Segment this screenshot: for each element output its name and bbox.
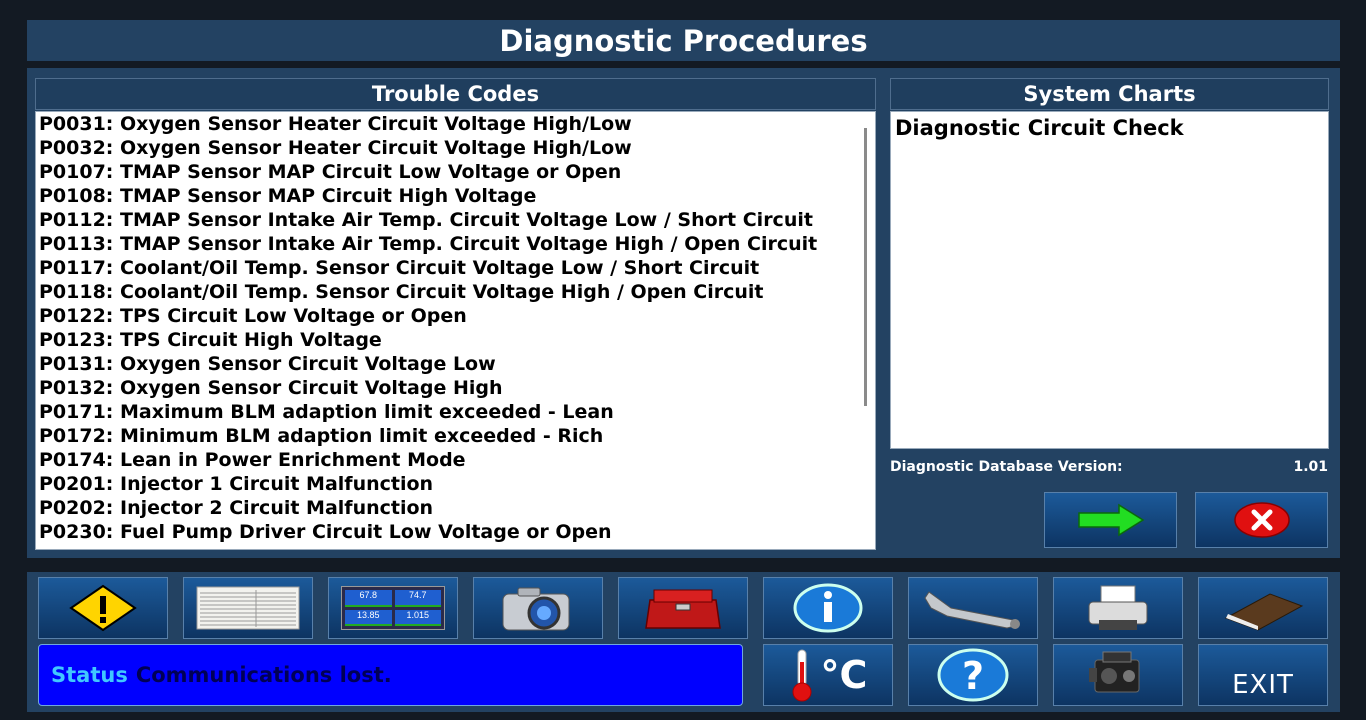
- temp-unit-label: °C: [820, 653, 868, 697]
- red-x-icon: [1233, 502, 1290, 538]
- manual-button[interactable]: [1198, 577, 1328, 639]
- trouble-code-item[interactable]: P0032: Oxygen Sensor Heater Circuit Volt…: [36, 136, 875, 160]
- info-button[interactable]: [763, 577, 893, 639]
- db-version-label: Diagnostic Database Version:: [890, 459, 1123, 475]
- printer-icon: [1088, 585, 1148, 630]
- gauges-button[interactable]: 67.8 74.7 13.85 1.015: [328, 577, 458, 639]
- engine-button[interactable]: [1053, 644, 1183, 706]
- wrench-button[interactable]: [908, 577, 1038, 639]
- mini-gauges-icon: 67.8 74.7 13.85 1.015: [341, 586, 445, 630]
- thermometer-icon: [792, 649, 812, 702]
- next-button[interactable]: [1044, 492, 1177, 548]
- trouble-code-item[interactable]: P0108: TMAP Sensor MAP Circuit High Volt…: [36, 184, 875, 208]
- data-list-icon: [196, 586, 300, 630]
- trouble-code-item[interactable]: P0202: Injector 2 Circuit Malfunction: [36, 496, 875, 520]
- trouble-code-item[interactable]: P0201: Injector 1 Circuit Malfunction: [36, 472, 875, 496]
- green-arrow-icon: [1077, 503, 1144, 537]
- trouble-code-item[interactable]: P0131: Oxygen Sensor Circuit Voltage Low: [36, 352, 875, 376]
- trouble-codes-list[interactable]: P0031: Oxygen Sensor Heater Circuit Volt…: [35, 111, 876, 550]
- db-version: Diagnostic Database Version: 1.01: [890, 459, 1328, 475]
- exit-label: EXIT: [1232, 670, 1294, 700]
- data-list-button[interactable]: [183, 577, 313, 639]
- info-icon: [793, 583, 863, 633]
- trouble-code-item[interactable]: P0171: Maximum BLM adaption limit exceed…: [36, 400, 875, 424]
- gauge-value: 1.015: [394, 609, 441, 626]
- trouble-code-item[interactable]: P0122: TPS Circuit Low Voltage or Open: [36, 304, 875, 328]
- warning-icon: [69, 584, 137, 632]
- wrench-icon: [924, 591, 1020, 629]
- trouble-code-item[interactable]: P0174: Lean in Power Enrichment Mode: [36, 448, 875, 472]
- system-charts-header: System Charts: [890, 78, 1329, 110]
- camera-button[interactable]: [473, 577, 603, 639]
- warning-button[interactable]: [38, 577, 168, 639]
- gauge-value: 13.85: [345, 609, 392, 626]
- trouble-code-item[interactable]: P0118: Coolant/Oil Temp. Sensor Circuit …: [36, 280, 875, 304]
- trouble-code-item[interactable]: P0031: Oxygen Sensor Heater Circuit Volt…: [36, 112, 875, 136]
- page-title: Diagnostic Procedures: [499, 23, 868, 58]
- printer-button[interactable]: [1053, 577, 1183, 639]
- gauge-value: 67.8: [345, 590, 392, 607]
- title-bar: Diagnostic Procedures: [27, 20, 1340, 61]
- system-charts-list[interactable]: Diagnostic Circuit Check: [890, 111, 1329, 449]
- cancel-button[interactable]: [1195, 492, 1328, 548]
- trouble-code-item[interactable]: P0107: TMAP Sensor MAP Circuit Low Volta…: [36, 160, 875, 184]
- trouble-code-item[interactable]: P0132: Oxygen Sensor Circuit Voltage Hig…: [36, 376, 875, 400]
- trouble-code-item[interactable]: P0123: TPS Circuit High Voltage: [36, 328, 875, 352]
- help-icon: ?: [937, 648, 1009, 702]
- trouble-codes-header: Trouble Codes: [35, 78, 876, 110]
- book-icon: [1224, 593, 1304, 631]
- camera-icon: [502, 587, 570, 631]
- trouble-code-item[interactable]: P0172: Minimum BLM adaption limit exceed…: [36, 424, 875, 448]
- temperature-units-button[interactable]: °C: [763, 644, 893, 706]
- gauge-value: 74.7: [394, 590, 441, 607]
- trouble-code-item[interactable]: P0112: TMAP Sensor Intake Air Temp. Circ…: [36, 208, 875, 232]
- exit-button[interactable]: EXIT: [1198, 644, 1328, 706]
- db-version-value: 1.01: [1293, 459, 1328, 475]
- scrollbar-thumb[interactable]: [864, 128, 867, 406]
- engine-icon: [1089, 651, 1140, 693]
- status-bar: Status Communications lost.: [38, 644, 743, 706]
- trouble-code-item[interactable]: P0117: Coolant/Oil Temp. Sensor Circuit …: [36, 256, 875, 280]
- svg-text:?: ?: [962, 654, 984, 698]
- status-message: Communications lost.: [135, 663, 392, 687]
- status-label: Status: [51, 663, 128, 687]
- chart-item[interactable]: Diagnostic Circuit Check: [891, 112, 1328, 140]
- trouble-code-item[interactable]: P0113: TMAP Sensor Intake Air Temp. Circ…: [36, 232, 875, 256]
- toolbox-icon: [645, 589, 721, 629]
- trouble-code-item[interactable]: P0230: Fuel Pump Driver Circuit Low Volt…: [36, 520, 875, 544]
- toolbox-button[interactable]: [618, 577, 748, 639]
- help-button[interactable]: ?: [908, 644, 1038, 706]
